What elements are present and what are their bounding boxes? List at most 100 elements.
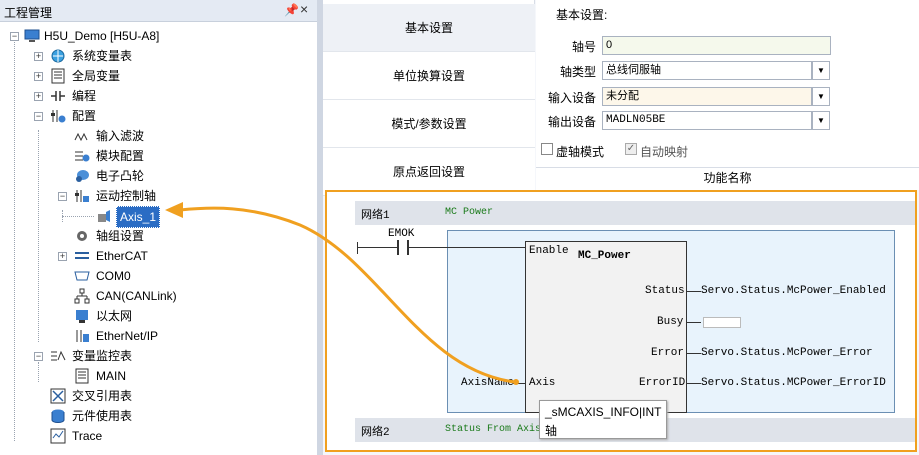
tree-item-can[interactable]: CAN(CANLink) xyxy=(0,286,300,306)
tree-item-com0[interactable]: COM0 xyxy=(0,266,300,286)
tree-item-project[interactable]: − H5U_Demo [H5U-A8] xyxy=(0,26,300,46)
tree-label: MAIN xyxy=(96,369,126,383)
contact-bar xyxy=(397,240,399,255)
close-icon[interactable]: × xyxy=(300,1,308,17)
virtual-axis-label: 虚轴模式 xyxy=(556,145,605,159)
tree-item-ethernetip[interactable]: EtherNet/IP xyxy=(0,326,300,346)
tree-label: EtherNet/IP xyxy=(96,329,159,343)
tree-item-config[interactable]: − 配置 xyxy=(0,106,300,126)
tree-label: Trace xyxy=(72,429,103,443)
busy-var-empty[interactable] xyxy=(703,317,741,328)
input-device-label: 输入设备 xyxy=(547,91,596,105)
chevron-down-icon[interactable]: ▼ xyxy=(812,87,830,106)
config-icon xyxy=(51,110,66,123)
tree-item-trace[interactable]: Trace xyxy=(0,426,300,446)
pin-error: Error xyxy=(651,347,685,359)
wire xyxy=(357,247,397,248)
tree-item-cross-ref[interactable]: 交叉引用表 xyxy=(0,386,300,406)
crossref-icon xyxy=(50,388,66,404)
tree-item-programming[interactable]: + 编程 xyxy=(0,86,300,106)
tree-item-electronic-cam[interactable]: 电子凸轮 xyxy=(0,166,300,186)
ethercat-icon xyxy=(75,252,89,259)
expand-toggle[interactable]: + xyxy=(58,252,67,261)
output-device-label: 输出设备 xyxy=(547,115,596,129)
wire xyxy=(409,247,525,248)
wire xyxy=(513,383,525,384)
globe-icon xyxy=(51,49,65,63)
chevron-down-icon[interactable]: ▼ xyxy=(812,111,830,130)
expand-toggle[interactable]: + xyxy=(34,52,43,61)
auto-map-label: 自动映射 xyxy=(640,145,689,159)
tree-item-module-config[interactable]: 模块配置 xyxy=(0,146,300,166)
database-icon xyxy=(51,409,65,424)
expand-toggle[interactable]: + xyxy=(34,92,43,101)
output-status-var[interactable]: Servo.Status.McPower_Enabled xyxy=(701,285,886,297)
expand-toggle[interactable]: + xyxy=(34,72,43,81)
network-1-header[interactable]: 网络1 MC Power xyxy=(355,201,915,225)
tree-item-main[interactable]: MAIN xyxy=(0,366,300,386)
output-error-var[interactable]: Servo.Status.McPower_Error xyxy=(701,347,873,359)
tree-item-axis-1[interactable]: Axis_1 xyxy=(0,206,300,228)
pin-icon[interactable]: 📌 xyxy=(284,3,299,17)
monitor-table-icon xyxy=(51,350,66,361)
tree-item-watch-table[interactable]: − 变量监控表 xyxy=(0,346,300,366)
contact-label[interactable]: EMOK xyxy=(388,228,414,240)
wire xyxy=(687,322,701,323)
wire xyxy=(687,291,701,292)
network-comment: MC Power xyxy=(445,207,494,218)
tree-label: EtherCAT xyxy=(96,249,148,263)
function-name-header: 功能名称 xyxy=(536,167,919,189)
tree-label: 全局变量 xyxy=(72,69,121,83)
nav-unit-conversion[interactable]: 单位换算设置 xyxy=(323,52,535,100)
axis-type-select[interactable]: 总线伺服轴 xyxy=(602,61,812,80)
nav-mode-params[interactable]: 模式/参数设置 xyxy=(323,100,535,148)
fb-name: MC_Power xyxy=(578,250,631,262)
network-comment: Status From Axis xyxy=(445,424,542,435)
axis-no-label: 轴号 xyxy=(571,40,596,54)
input-axis-var[interactable]: AxisName xyxy=(461,377,514,389)
pin-enable: Enable xyxy=(529,245,569,257)
table-icon xyxy=(51,68,65,84)
tree-label: 元件使用表 xyxy=(72,409,133,423)
chevron-down-icon[interactable]: ▼ xyxy=(812,61,830,80)
ethernetip-icon xyxy=(76,330,89,342)
monitor-icon xyxy=(24,29,40,42)
virtual-axis-checkbox[interactable] xyxy=(541,143,553,155)
can-icon xyxy=(74,288,90,304)
pin-busy: Busy xyxy=(657,316,684,328)
nav-homing[interactable]: 原点返回设置 xyxy=(323,148,535,196)
input-device-select[interactable]: 未分配 xyxy=(602,87,812,106)
collapse-toggle[interactable]: − xyxy=(10,32,19,41)
tree-item-ethernet[interactable]: 以太网 xyxy=(0,306,300,326)
tree-label-selected: Axis_1 xyxy=(116,206,161,228)
cam-icon xyxy=(76,170,89,182)
pin-status: Status xyxy=(645,285,685,297)
nav-basic-settings[interactable]: 基本设置 xyxy=(323,4,535,52)
axis-no-field[interactable]: 0 xyxy=(602,36,831,55)
collapse-toggle[interactable]: − xyxy=(58,192,67,201)
collapse-toggle[interactable]: − xyxy=(34,352,43,361)
tooltip-desc: 轴 xyxy=(545,424,558,438)
tree-item-system-vars[interactable]: + 系统变量表 xyxy=(0,46,300,66)
output-errorid-var[interactable]: Servo.Status.MCPower_ErrorID xyxy=(701,377,886,389)
tree-item-input-filter[interactable]: 输入滤波 xyxy=(0,126,300,146)
tree-item-ethercat[interactable]: + EtherCAT xyxy=(0,246,300,266)
tree-label: 轴组设置 xyxy=(96,229,145,243)
panel-title: 工程管理 xyxy=(4,6,53,20)
power-rail xyxy=(357,242,358,254)
tree-label: H5U_Demo [H5U-A8] xyxy=(44,29,160,43)
output-device-select[interactable]: MADLN05BE xyxy=(602,111,812,130)
tree-item-motion-axis[interactable]: − 运动控制轴 xyxy=(0,186,300,206)
collapse-toggle[interactable]: − xyxy=(34,112,43,121)
tree-label: CAN(CANLink) xyxy=(96,289,177,303)
panel-header: 工程管理 📌 × xyxy=(0,0,317,22)
trace-icon xyxy=(50,428,66,444)
auto-map-checkbox[interactable]: ✓ xyxy=(625,143,637,155)
tree-item-component-usage[interactable]: 元件使用表 xyxy=(0,406,300,426)
axis-type-label: 轴类型 xyxy=(559,65,596,79)
tooltip-type: _sMCAXIS_INFO|INT xyxy=(545,405,662,419)
tree-item-global-vars[interactable]: + 全局变量 xyxy=(0,66,300,86)
tree-label: 电子凸轮 xyxy=(96,169,145,183)
tree-label: 输入滤波 xyxy=(96,129,145,143)
tree-item-axis-group[interactable]: 轴组设置 xyxy=(0,226,300,246)
